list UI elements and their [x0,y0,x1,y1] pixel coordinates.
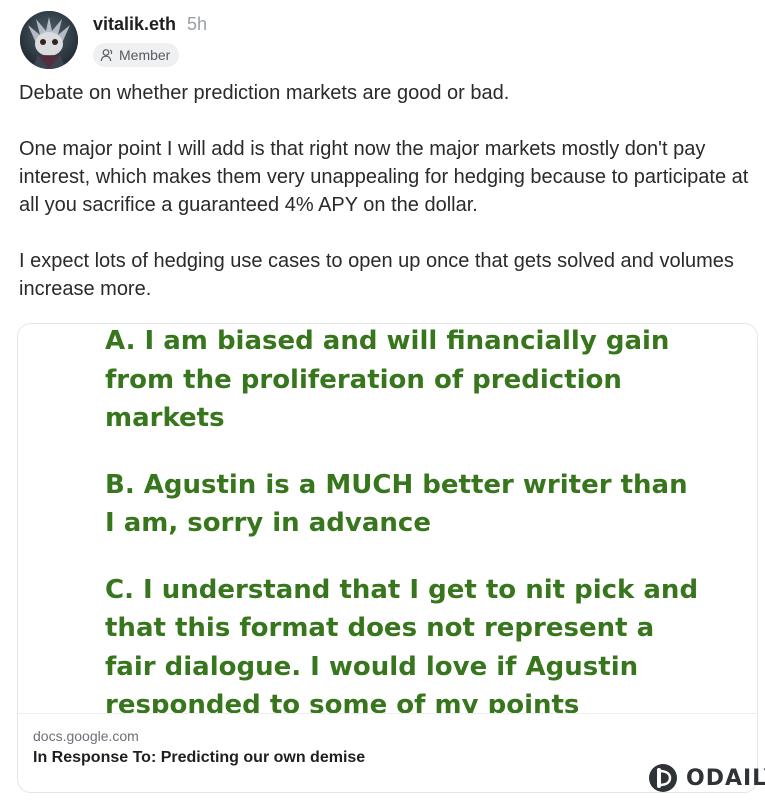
odaily-watermark: ODAILY [648,763,765,793]
excerpt-point-b: B. Agustin is a MUCH better writer than … [105,469,688,539]
excerpt-point-c: C. I understand that I get to nit pick a… [105,574,699,714]
link-preview-image[interactable]: A. I am biased and will financially gain… [18,324,757,713]
link-title[interactable]: In Response To: Predicting our own demis… [33,749,365,767]
excerpt-point-a: A. I am biased and will financially gain… [105,326,670,433]
link-preview-card[interactable]: A. I am biased and will financially gain… [17,323,758,793]
member-badge: Member [93,43,180,67]
member-badge-label: Member [119,47,171,63]
avatar[interactable] [20,11,78,69]
post-paragraph: Debate on whether prediction markets are… [19,82,510,104]
document-excerpt: A. I am biased and will financially gain… [105,324,705,713]
post-timestamp: 5h [187,14,208,34]
post-body: Debate on whether prediction markets are… [19,79,754,303]
odaily-logo-icon [649,764,677,792]
author-name[interactable]: vitalik.eth [93,14,176,35]
link-preview-footer[interactable]: docs.google.com In Response To: Predicti… [18,713,757,792]
person-icon [100,49,113,62]
post-paragraph: One major point I will add is that right… [19,138,749,216]
link-domain: docs.google.com [33,728,139,744]
watermark-text: ODAILY [686,765,765,791]
post-paragraph: I expect lots of hedging use cases to op… [19,250,734,300]
avatar-image [20,11,78,69]
